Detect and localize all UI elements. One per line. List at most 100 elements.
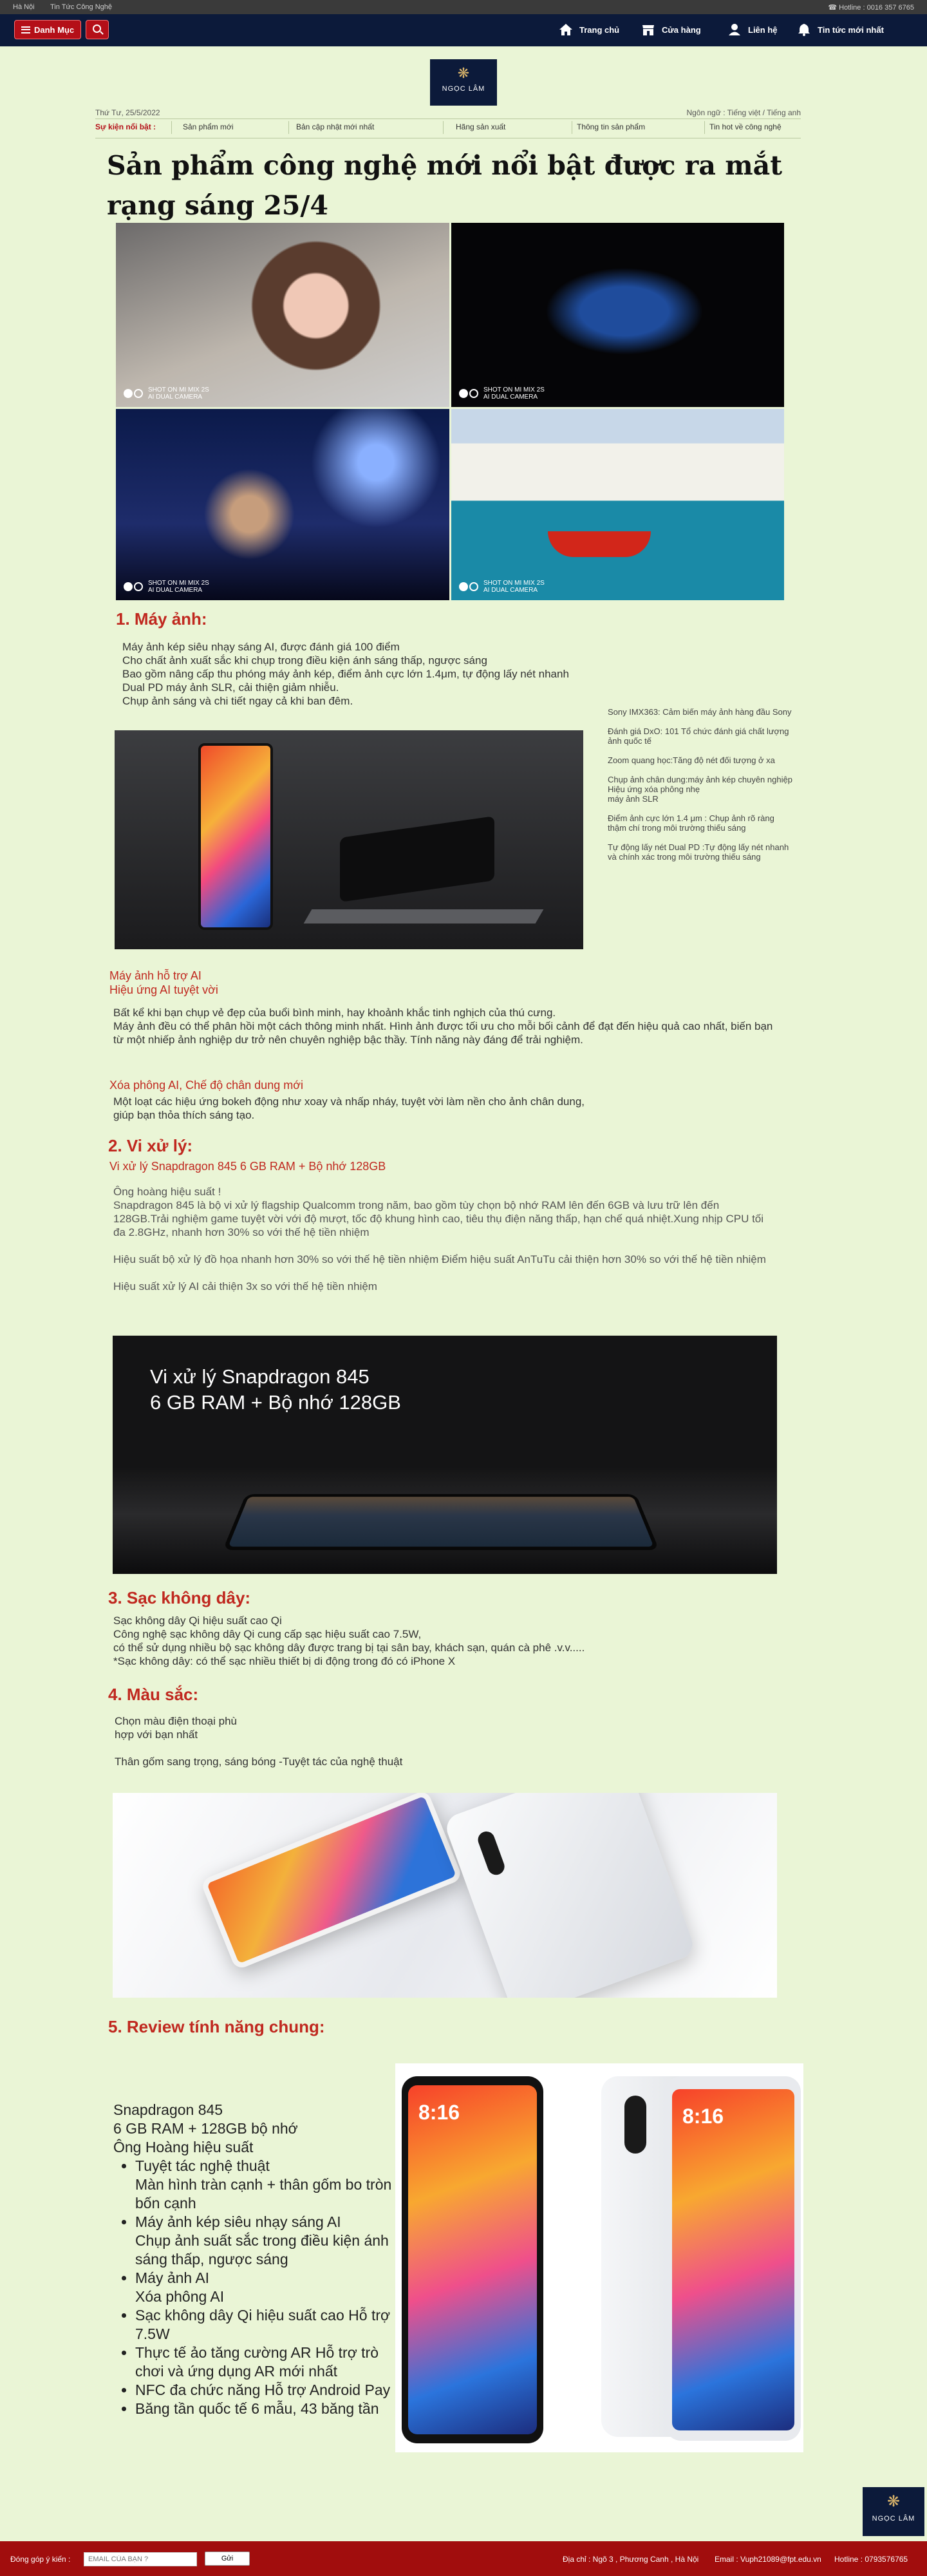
phone-clock: 8:16	[682, 2105, 724, 2128]
event-hot-tech-news[interactable]: Tin hot về công nghệ	[709, 122, 782, 131]
ceramic-phone-photo	[113, 1793, 777, 1998]
event-product-info[interactable]: Thông tin sản phẩm	[577, 122, 645, 131]
menu-label: Danh Mục	[34, 24, 75, 35]
tech-news-link[interactable]: Tin Tức Công Nghệ	[50, 3, 112, 11]
review-intro: Snapdragon 845 6 GB RAM + 128GB bộ nhớ Ô…	[113, 2101, 298, 2155]
section-camera-text: Máy ảnh kép siêu nhạy sáng AI, được đánh…	[122, 641, 569, 707]
logo-emblem-icon: ❋	[457, 65, 470, 81]
store-icon	[642, 25, 654, 35]
hotline: ☎ Hotline : 0016 357 6765	[828, 4, 914, 12]
feedback-email-input[interactable]	[84, 2552, 197, 2566]
phone-clock: 8:16	[418, 2101, 460, 2124]
camera-dots-icon	[124, 389, 143, 398]
phone-black-shape: 8:16	[402, 2076, 543, 2443]
hamburger-icon	[21, 26, 30, 33]
bokeh-text: Một loạt các hiệu ứng bokeh động như xoa…	[113, 1095, 585, 1121]
footer-logo-name: NGỌC LÂM	[872, 2515, 915, 2523]
section-processor-heading: 2. Vi xử lý:	[108, 1136, 193, 1155]
snapdragon-banner: Vi xử lý Snapdragon 845 6 GB RAM + Bộ nh…	[113, 1336, 777, 1574]
caption-text: SHOT ON MI MIX 2S AI DUAL CAMERA	[148, 386, 209, 401]
spec-item: Zoom quang học:Tăng độ nét đối tượng ở x…	[608, 755, 775, 765]
photo-caption: SHOT ON MI MIX 2S AI DUAL CAMERA	[124, 386, 209, 401]
divider	[95, 118, 801, 119]
ai-camera-text: Bất kể khi bạn chụp vẻ đẹp của buổi bình…	[113, 1007, 773, 1046]
caption-text: SHOT ON MI MIX 2S AI DUAL CAMERA	[148, 580, 209, 594]
event-manufacturers[interactable]: Hãng sản xuất	[456, 122, 505, 131]
pedestal-shape	[303, 909, 544, 923]
footer-address: Địa chỉ : Ngõ 3 , Phương Canh , Hà Nội	[563, 2555, 699, 2564]
phone-product-photo	[115, 730, 583, 949]
current-date: Thứ Tư, 25/5/2022	[95, 108, 160, 117]
logo-emblem-icon: ❋	[886, 2493, 901, 2510]
feedback-label: Đóng góp ý kiến :	[10, 2555, 71, 2564]
phone-back-shape	[442, 1793, 697, 1998]
camera-specs-list: Sony IMX363: Cảm biến máy ảnh hàng đầu S…	[608, 707, 794, 871]
hotline-text: Hotline : 0016 357 6765	[839, 4, 914, 12]
feature-item: Máy ảnh kép siêu nhạy sáng AI Chụp ảnh s…	[135, 2213, 397, 2269]
section-color-heading: 4. Màu sắc:	[108, 1685, 199, 1704]
portrait-photo: SHOT ON MI MIX 2S AI DUAL CAMERA	[116, 223, 449, 407]
footer-hotline: Hotline : 0793576765	[834, 2555, 908, 2564]
photo-caption: SHOT ON MI MIX 2S AI DUAL CAMERA	[124, 580, 209, 594]
feature-item: Máy ảnh AI Xóa phông AI	[135, 2269, 397, 2306]
event-new-products[interactable]: Sản phẩm mới	[183, 122, 234, 131]
search-button[interactable]	[86, 20, 109, 39]
nav-latest-news-label: Tin tức mới nhất	[818, 24, 884, 35]
nav-contact[interactable]: Liên hệ	[727, 23, 778, 36]
phone-screen	[198, 743, 273, 930]
color-text: Chọn màu điện thoại phù hợp với bạn nhất…	[115, 1715, 403, 1768]
phone-gaming-shape	[222, 1493, 660, 1550]
nav-store[interactable]: Cửa hàng	[641, 23, 701, 36]
camera-icon	[475, 1829, 507, 1877]
language-en[interactable]: Tiếng anh	[767, 108, 801, 117]
feature-item: Sạc không dây Qi hiệu suất cao Hỗ trợ 7.…	[135, 2306, 397, 2344]
phone-front-shape	[200, 1793, 464, 1971]
search-icon-handle	[100, 31, 104, 35]
category-menu-button[interactable]: Danh Mục	[14, 20, 82, 39]
ai-camera-subheading: Máy ảnh hỗ trợ AI Hiệu ứng AI tuyệt vời	[109, 969, 218, 996]
caption-text: SHOT ON MI MIX 2S AI DUAL CAMERA	[483, 580, 545, 594]
feedback-submit-button[interactable]: Gửi	[205, 2552, 250, 2566]
nav-home[interactable]: Trang chủ	[559, 23, 619, 36]
location-link[interactable]: Hà Nội	[13, 3, 35, 11]
photo-caption: SHOT ON MI MIX 2S AI DUAL CAMERA	[459, 386, 545, 401]
nav-home-label: Trang chủ	[579, 24, 620, 35]
site-logo[interactable]: ❋ NGỌC LÂM	[430, 59, 497, 106]
feature-item: Băng tần quốc tế 6 mẫu, 43 băng tần	[135, 2400, 397, 2418]
processor-subheading: Vi xử lý Snapdragon 845 6 GB RAM + Bộ nh…	[109, 1160, 386, 1173]
harbor-photo: SHOT ON MI MIX 2S AI DUAL CAMERA	[451, 409, 784, 600]
review-features-list: Snapdragon 845 6 GB RAM + 128GB bộ nhớ Ô…	[94, 2101, 397, 2418]
feature-item: Tuyệt tác nghệ thuật Màn hình tràn cạnh …	[135, 2157, 397, 2213]
processor-text: Ông hoàng hiệu suất ! Snapdragon 845 là …	[113, 1186, 766, 1293]
main-nav: Danh Mục Trang chủ Cửa hàng Liên hệ Tin …	[0, 14, 927, 46]
section-camera-heading: 1. Máy ảnh:	[116, 609, 207, 629]
site-footer: Đóng góp ý kiến : Gửi Địa chỉ : Ngõ 3 , …	[0, 2541, 927, 2576]
featured-events-label: Sự kiện nổi bật :	[95, 122, 156, 131]
sample-photo-grid: SHOT ON MI MIX 2S AI DUAL CAMERA SHOT ON…	[116, 223, 784, 600]
bell-icon	[798, 24, 810, 36]
camera-dots-icon	[459, 582, 478, 591]
camera-icon	[624, 2096, 646, 2154]
event-latest-updates[interactable]: Bản cập nhật mới nhất	[296, 122, 374, 131]
footer-email: Email : Vuph21089@fpt.edu.vn	[715, 2555, 821, 2564]
spec-item: Sony IMX363: Cảm biến máy ảnh hàng đầu S…	[608, 707, 792, 717]
section-review-heading: 5. Review tính năng chung:	[108, 2017, 325, 2036]
footer-logo[interactable]: ❋ NGỌC LÂM	[863, 2487, 924, 2536]
spec-item: Đánh giá DxO: 101 Tổ chức đánh giá chất …	[608, 726, 789, 746]
concert-photo: SHOT ON MI MIX 2S AI DUAL CAMERA	[116, 409, 449, 600]
feature-bullets: Tuyệt tác nghệ thuật Màn hình tràn cạnh …	[135, 2157, 397, 2418]
language-vi[interactable]: Tiếng việt	[727, 108, 761, 117]
banner-text: Vi xử lý Snapdragon 845 6 GB RAM + Bộ nh…	[150, 1365, 401, 1414]
phone-screen: 8:16	[672, 2089, 794, 2430]
spec-item: Chụp ảnh chân dung:máy ảnh kép chuyên ng…	[608, 775, 792, 804]
bokeh-subheading: Xóa phông AI, Chế độ chân dung mới	[109, 1079, 304, 1092]
nav-latest-news[interactable]: Tin tức mới nhất	[797, 23, 884, 36]
feature-item: Thực tế ảo tăng cường AR Hỗ trợ trò chơi…	[135, 2344, 397, 2381]
featured-events-bar: Sự kiện nổi bật : Sản phẩm mới Bản cập n…	[95, 121, 801, 137]
article-title: Sản phẩm công nghệ mới nổi bật được ra m…	[107, 150, 783, 221]
phone-white-shape: 8:16	[666, 2076, 801, 2441]
phones-review-photo: 8:16 8:16	[395, 2063, 803, 2452]
nav-store-label: Cửa hàng	[662, 24, 701, 35]
divider	[288, 121, 289, 134]
dancer-photo: SHOT ON MI MIX 2S AI DUAL CAMERA	[451, 223, 784, 407]
